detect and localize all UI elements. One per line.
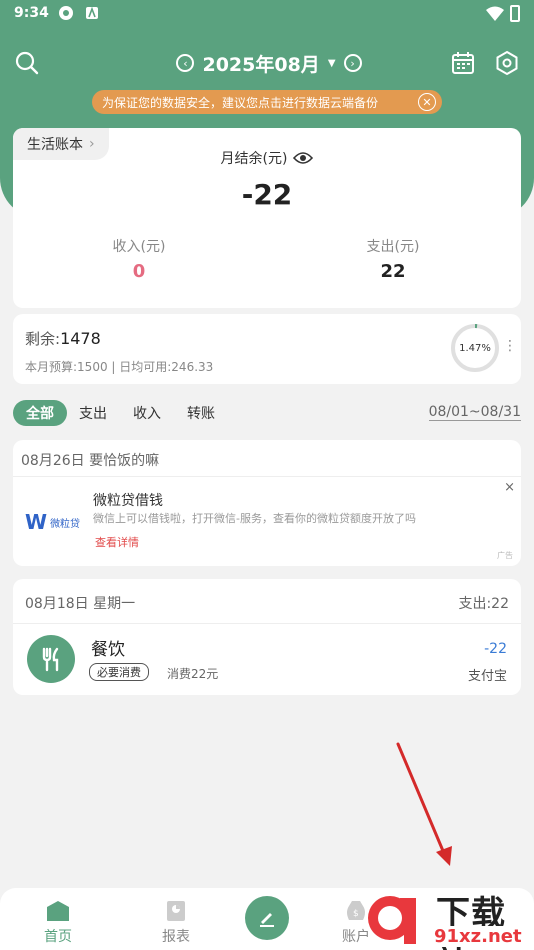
filter-expense[interactable]: 支出: [73, 400, 113, 426]
prev-month-button[interactable]: ‹: [176, 54, 195, 72]
caret-down-icon[interactable]: ▼: [328, 58, 336, 69]
annotation-arrow: [396, 742, 452, 866]
budget-card[interactable]: 剩余:1478 本月预算:1500 | 日均可用:246.33 1.47% ⋮: [13, 314, 521, 384]
budget-remaining-value: 1478: [60, 329, 101, 348]
ad-logo-text: 微粒贷: [50, 518, 81, 530]
next-month-button[interactable]: ›: [343, 54, 362, 72]
payment-method: 支付宝: [467, 669, 507, 684]
backup-banner-text: 为保证您的数据安全，建议您点击进行数据云端备份: [102, 95, 379, 110]
watermark: 下载站 91xz.net: [362, 884, 534, 950]
close-icon[interactable]: ✕: [418, 93, 436, 111]
income-value: 0: [132, 261, 146, 282]
watermark-url: 91xz.net: [432, 926, 524, 947]
svg-text:$: $: [353, 909, 359, 919]
status-time: 9:34: [14, 5, 49, 21]
transaction-amount: -22: [484, 641, 507, 657]
ad-title[interactable]: 微粒贷借钱: [93, 490, 163, 510]
daily-expense-total: 支出:22: [458, 596, 509, 612]
balance-value: -22: [241, 178, 293, 211]
tab-home-label: 首页: [44, 929, 72, 945]
ad-group-card: 08月26日 要恰饭的嘛 W 微粒贷 微粒贷借钱 微信上可以借钱啦，打开微信-服…: [13, 440, 521, 566]
eye-icon[interactable]: [293, 151, 314, 165]
transaction-category: 餐饮: [91, 640, 125, 660]
divider: [13, 623, 521, 624]
tab-report[interactable]: 报表: [136, 888, 216, 950]
balance-label-row: 月结余(元): [13, 148, 521, 168]
search-icon[interactable]: [14, 50, 40, 76]
expense-label: 支出(元): [366, 239, 420, 255]
settings-icon[interactable]: [494, 50, 520, 76]
backup-banner[interactable]: 为保证您的数据安全，建议您点击进行数据云端备份 ✕: [92, 90, 442, 114]
wifi-icon: [486, 6, 504, 21]
status-bar: 9:34: [0, 0, 534, 28]
filter-transfer[interactable]: 转账: [181, 400, 221, 426]
filter-tabs: 全部 支出 收入 转账 08/01~08/31: [13, 400, 521, 426]
a-notification-icon: [86, 6, 98, 19]
month-selector: ‹ 2025年08月 ▼ ›: [174, 48, 364, 78]
transaction-group-card: 08月18日 星期一 支出:22 餐饮 必要消费 消费22元 -22 支付宝: [13, 579, 521, 695]
report-icon: [167, 901, 185, 921]
divider: [13, 476, 521, 477]
calendar-icon[interactable]: [450, 50, 476, 76]
income-label: 收入(元): [112, 239, 166, 255]
budget-remaining: 剩余:1478: [25, 328, 101, 349]
app-notification-icon: [59, 6, 73, 20]
dining-icon: [27, 635, 75, 683]
budget-percent: 1.47%: [459, 342, 491, 354]
top-nav: ‹ 2025年08月 ▼ ›: [0, 46, 534, 82]
ad-group-date: 08月26日 要恰饭的嘛: [21, 453, 160, 469]
home-icon: [47, 901, 69, 921]
transaction-date: 08月18日 星期一: [25, 596, 136, 612]
ad-close-icon[interactable]: ×: [504, 480, 515, 495]
tab-home[interactable]: 首页: [18, 888, 98, 950]
transaction-note: 消费22元: [167, 667, 219, 681]
ad-logo[interactable]: W 微粒贷: [25, 510, 80, 534]
ad-label: 广告: [497, 551, 513, 560]
budget-detail: 本月预算:1500 | 日均可用:246.33: [25, 360, 214, 374]
pencil-icon: [260, 913, 274, 927]
ad-description: 微信上可以借钱啦，打开微信-服务，查看你的微粒贷额度开放了吗: [93, 512, 416, 525]
watermark-logo: [368, 896, 416, 944]
transaction-tag: 必要消费: [89, 663, 149, 681]
filter-all[interactable]: 全部: [13, 400, 67, 426]
balance-label: 月结余(元): [220, 151, 288, 167]
budget-remaining-label: 剩余:: [25, 330, 61, 348]
expense-value: 22: [380, 261, 406, 282]
ad-logo-mark: W: [25, 510, 48, 534]
tab-report-label: 报表: [162, 929, 190, 945]
more-icon[interactable]: ⋮: [503, 338, 517, 354]
filter-income[interactable]: 收入: [127, 400, 167, 426]
date-range[interactable]: 08/01~08/31: [428, 404, 521, 421]
add-record-button[interactable]: [245, 896, 289, 940]
summary-card: 生活账本 › 月结余(元) -22 收入(元) 0 支出(元) 22: [13, 128, 521, 308]
month-label[interactable]: 2025年08月: [202, 50, 319, 77]
battery-icon: [510, 5, 520, 22]
ad-details-link[interactable]: 查看详情: [95, 534, 139, 550]
